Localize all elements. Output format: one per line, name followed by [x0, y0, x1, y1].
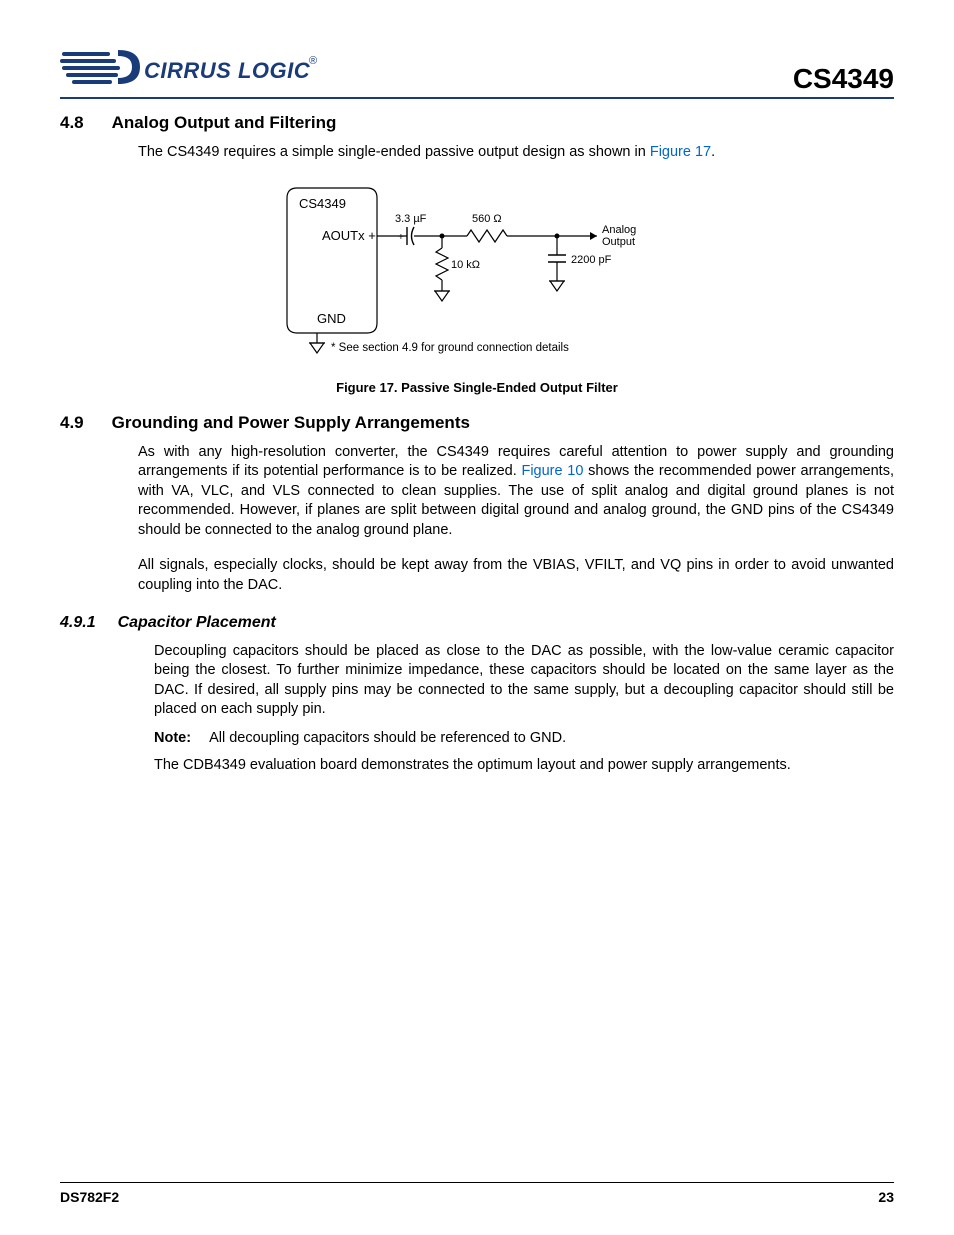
output-label2: Output	[602, 236, 635, 248]
cap2-label: 2200 pF	[571, 254, 612, 266]
cap-polarity: +	[398, 232, 404, 243]
page-number: 23	[878, 1189, 894, 1205]
cap1-label: 3.3 µF	[395, 213, 427, 225]
section-title: Grounding and Power Supply Arrangements	[112, 413, 470, 433]
subsection-title: Capacitor Placement	[118, 614, 276, 632]
section-title: Analog Output and Filtering	[112, 113, 337, 133]
text: The CS4349 requires a simple single-ende…	[138, 144, 650, 160]
pin-aout: AOUTx +	[322, 228, 376, 243]
text: .	[711, 144, 715, 160]
product-id: CS4349	[793, 63, 894, 95]
svg-text:CIRRUS LOGIC: CIRRUS LOGIC	[144, 58, 311, 83]
note-label: Note:	[154, 730, 191, 746]
pin-gnd: GND	[317, 311, 346, 326]
page-footer: DS782F2 23	[60, 1182, 894, 1205]
section-4-9-1-paragraph-1: Decoupling capacitors should be placed a…	[154, 642, 894, 720]
note-text: All decoupling capacitors should be refe…	[209, 730, 566, 746]
res2-label: 10 kΩ	[451, 259, 480, 271]
figure-17-link[interactable]: Figure 17	[650, 144, 711, 160]
logo-icon: CIRRUS LOGIC ®	[60, 40, 320, 95]
section-4-8-heading: 4.8 Analog Output and Filtering	[60, 113, 894, 133]
section-4-9-paragraph-2: All signals, especially clocks, should b…	[138, 556, 894, 595]
section-number: 4.8	[60, 113, 84, 133]
output-label1: Analog	[602, 224, 636, 236]
figure-10-link[interactable]: Figure 10	[521, 463, 583, 479]
figure-17-caption: Figure 17. Passive Single-Ended Output F…	[267, 380, 687, 395]
section-4-9-heading: 4.9 Grounding and Power Supply Arrangeme…	[60, 413, 894, 433]
section-4-9-1-paragraph-2: The CDB4349 evaluation board demonstrate…	[154, 756, 894, 776]
figure-footnote: * See section 4.9 for ground connection …	[331, 342, 569, 354]
section-4-8-paragraph: The CS4349 requires a simple single-ende…	[138, 143, 894, 163]
doc-number: DS782F2	[60, 1189, 119, 1205]
svg-text:®: ®	[309, 55, 317, 67]
section-number: 4.9	[60, 413, 84, 433]
page-header: CIRRUS LOGIC ® CS4349	[60, 40, 894, 99]
cirrus-logic-logo: CIRRUS LOGIC ®	[60, 40, 320, 95]
section-4-9-paragraph-1: As with any high-resolution converter, t…	[138, 443, 894, 541]
figure-17: CS4349 AOUTx + GND + 3.3 µF 560 Ω	[267, 183, 687, 395]
subsection-number: 4.9.1	[60, 614, 96, 632]
res1-label: 560 Ω	[472, 213, 502, 225]
note: Note: All decoupling capacitors should b…	[154, 730, 894, 746]
circuit-diagram: CS4349 AOUTx + GND + 3.3 µF 560 Ω	[267, 183, 687, 363]
section-4-9-1-heading: 4.9.1 Capacitor Placement	[60, 614, 894, 632]
chip-label: CS4349	[299, 196, 346, 211]
